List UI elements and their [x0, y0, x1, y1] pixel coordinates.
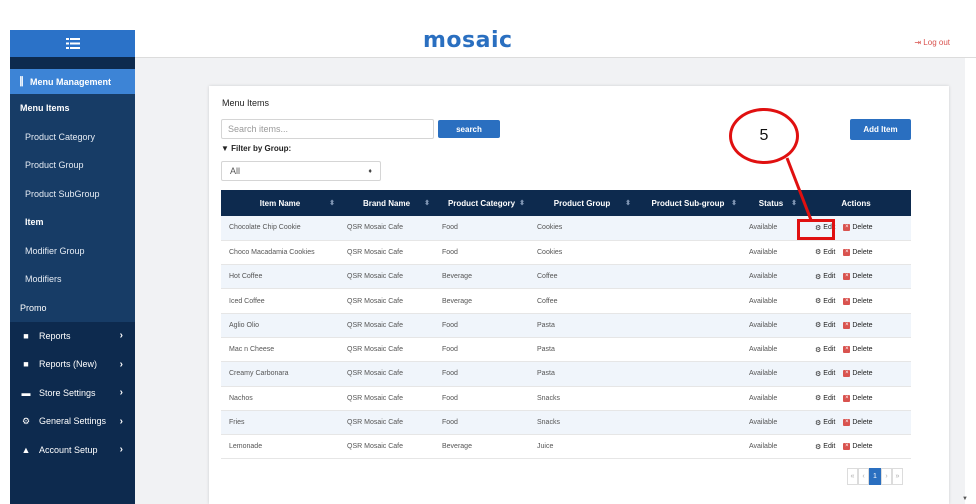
callout-pointer [785, 157, 813, 221]
scroll-down-icon[interactable]: ▼ [962, 496, 968, 502]
edit-highlight-box [797, 219, 835, 240]
step-callout: 5 [729, 108, 799, 164]
